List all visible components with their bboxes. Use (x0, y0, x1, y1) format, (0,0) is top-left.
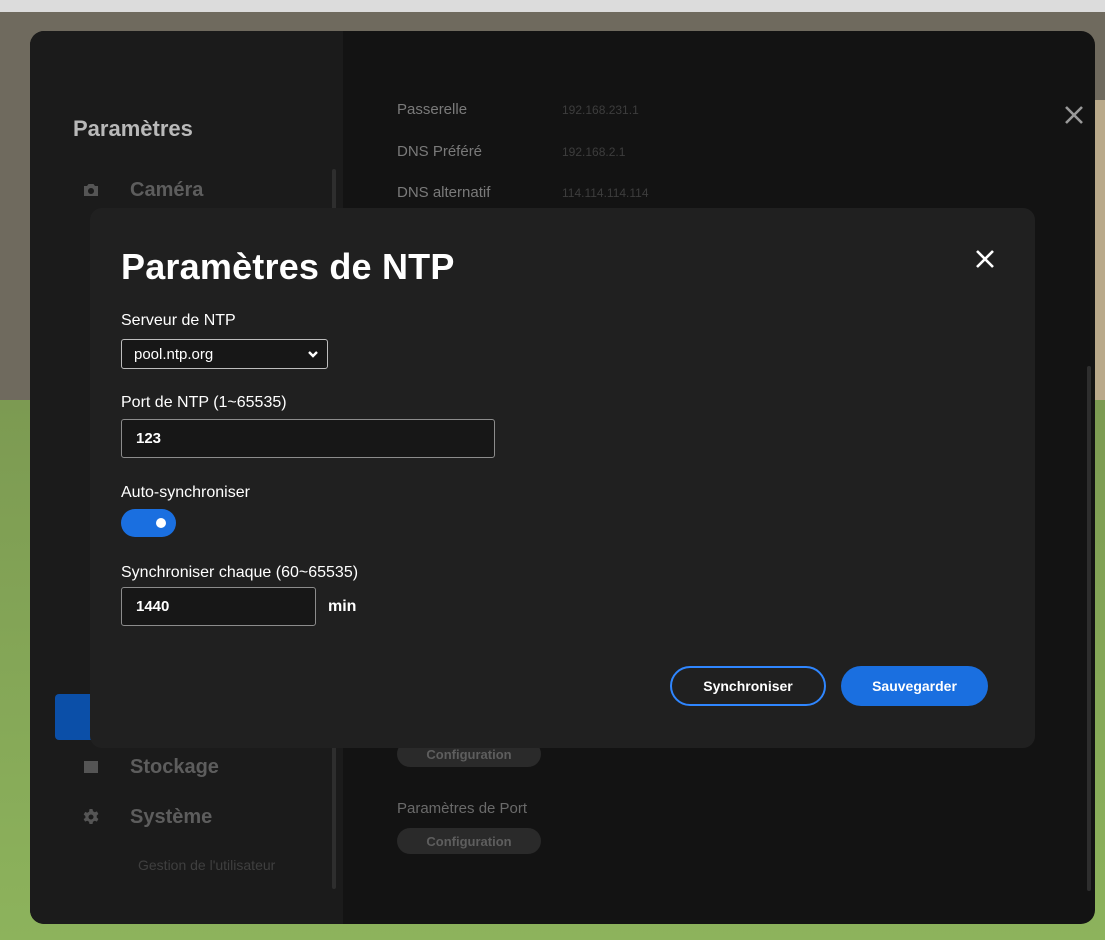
synchronize-button[interactable]: Synchroniser (670, 666, 826, 706)
sidebar-item-label: Caméra (130, 178, 204, 201)
network-row-dns-alternate: DNS alternatif 114.114.114.114 (397, 184, 649, 201)
close-icon (1065, 106, 1083, 124)
net-value: 114.114.114.114 (562, 186, 649, 200)
sync-interval-label: Synchroniser chaque (60~65535) (121, 564, 359, 581)
auto-sync-toggle[interactable] (121, 509, 176, 537)
settings-close-button[interactable] (1060, 101, 1088, 129)
camera-icon (82, 181, 100, 199)
ntp-server-value: pool.ntp.org (134, 345, 214, 363)
main-scrollbar[interactable] (1087, 366, 1091, 891)
net-value: 192.168.2.1 (562, 145, 626, 159)
dialog-close-button[interactable] (971, 245, 999, 273)
dialog-title: Paramètres de NTP (121, 246, 455, 287)
port-settings-label: Paramètres de Port (397, 800, 528, 817)
net-label: Passerelle (397, 101, 468, 118)
sidebar-item-network-active[interactable] (55, 694, 95, 740)
net-value: 192.168.231.1 (562, 103, 639, 117)
ntp-port-input[interactable] (121, 419, 495, 458)
sidebar-item-system[interactable]: Système (82, 802, 212, 832)
sidebar-item-user-management[interactable]: Gestion de l'utilisateur (138, 857, 275, 873)
network-row-gateway: Passerelle 192.168.231.1 (397, 101, 639, 118)
ntp-server-label: Serveur de NTP (121, 312, 236, 329)
sync-interval-unit: min (328, 598, 357, 615)
gear-icon (82, 808, 100, 826)
net-label: DNS alternatif (397, 184, 491, 201)
sidebar-item-label: Stockage (130, 755, 219, 778)
port-configuration-button[interactable]: Configuration (397, 828, 541, 854)
ntp-port-label: Port de NTP (1~65535) (121, 394, 287, 411)
save-button[interactable]: Sauvegarder (841, 666, 988, 706)
auto-sync-label: Auto-synchroniser (121, 484, 250, 501)
sidebar-item-storage[interactable]: Stockage (82, 752, 219, 782)
sidebar-item-camera[interactable]: Caméra (82, 175, 203, 205)
chevron-down-icon (308, 351, 318, 358)
net-label: DNS Préféré (397, 143, 483, 160)
ntp-settings-dialog: Paramètres de NTP Serveur de NTP pool.nt… (90, 208, 1035, 748)
ntp-server-select[interactable]: pool.ntp.org (121, 339, 328, 369)
storage-icon (82, 758, 100, 776)
toggle-knob (156, 518, 166, 528)
network-row-dns-preferred: DNS Préféré 192.168.2.1 (397, 143, 625, 160)
close-icon (976, 250, 994, 268)
sidebar-title: Paramètres (73, 116, 193, 141)
sidebar-item-label: Système (130, 805, 213, 828)
sync-interval-input[interactable] (121, 587, 316, 626)
